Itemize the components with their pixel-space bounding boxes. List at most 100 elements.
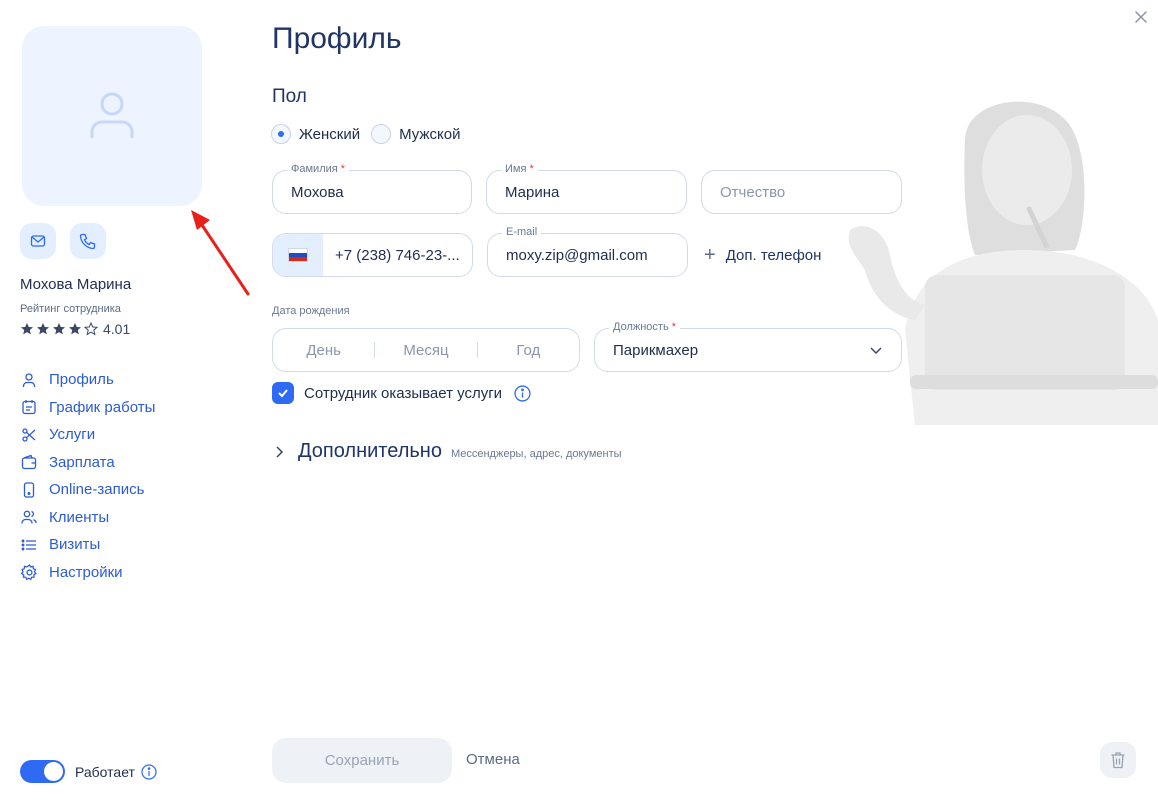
gear-icon — [20, 563, 37, 581]
sidebar-item-label: Визиты — [49, 536, 101, 554]
email-value: moxy.zip@gmail.com — [506, 247, 648, 264]
employee-name: Мохова Марина — [20, 276, 132, 293]
star-filled-icon — [69, 323, 81, 335]
sidebar-item-label: Настройки — [49, 563, 123, 581]
check-icon — [278, 389, 288, 398]
dob-label: Дата рождения — [272, 305, 350, 317]
annotation-arrow-icon — [191, 210, 250, 296]
trash-icon — [1111, 752, 1125, 769]
additional-hint: Мессенджеры, адрес, документы — [450, 448, 622, 460]
sidebar: Мохова Марина Рейтинг сотрудника 4.01 Пр… — [0, 0, 250, 807]
user-icon — [22, 373, 36, 387]
sidebar-item-clients[interactable]: Клиенты — [20, 504, 155, 532]
rating-label: Рейтинг сотрудника — [20, 303, 121, 315]
email-button[interactable] — [20, 223, 56, 259]
avatar[interactable] — [22, 26, 202, 206]
provides-services-checkbox[interactable] — [272, 382, 294, 404]
call-button[interactable] — [70, 223, 106, 259]
sidebar-item-label: График работы — [49, 398, 156, 416]
name-value: Марина — [505, 184, 560, 201]
info-icon[interactable] — [141, 763, 157, 780]
additional-section-toggle[interactable]: Дополнительно Мессенджеры, адрес, докуме… — [272, 440, 622, 463]
phone-icon — [79, 233, 96, 250]
dob-field: День Месяц Год — [272, 328, 580, 372]
dob-month[interactable]: Месяц — [375, 342, 476, 359]
field-label: Фамилия * — [287, 163, 350, 175]
rating: 4.01 — [20, 321, 130, 337]
sidebar-item-visits[interactable]: Визиты — [20, 531, 155, 559]
surname-label: Фамилия — [291, 163, 338, 175]
name-label: Имя — [505, 163, 527, 175]
gender-label: Пол — [272, 86, 307, 107]
gender-radio-group: Женский Мужской — [271, 124, 471, 144]
field-label: Имя * — [501, 163, 538, 175]
dob-day[interactable]: День — [273, 342, 374, 359]
russia-flag-icon — [288, 248, 308, 262]
person-with-laptop-illustration — [848, 101, 1158, 425]
sidebar-item-label: Online-запись — [49, 481, 145, 499]
provides-services-label: Сотрудник оказывает услуги — [304, 384, 503, 402]
sidebar-item-label: Зарплата — [49, 453, 115, 471]
chevron-down-icon — [870, 347, 882, 355]
country-selector[interactable] — [273, 234, 323, 276]
sidebar-item-label: Профиль — [49, 371, 114, 389]
phone-value: +7 (238) 746-23-... — [335, 247, 460, 264]
mail-icon — [30, 235, 46, 247]
radio-label: Женский — [299, 125, 361, 143]
phone-device-icon — [23, 482, 35, 498]
position-label: Должность — [613, 321, 669, 333]
sidebar-nav: Профиль График работы Услуги Зарплата On… — [20, 366, 155, 586]
patronymic-field[interactable]: Отчество — [701, 170, 902, 214]
position-value: Парикмахер — [613, 342, 699, 359]
sidebar-item-services[interactable]: Услуги — [20, 421, 155, 449]
surname-field[interactable]: Фамилия * Мохова — [272, 163, 472, 214]
plus-icon: + — [704, 244, 716, 266]
users-icon — [21, 510, 37, 524]
works-toggle[interactable] — [20, 760, 65, 783]
radio-male[interactable] — [371, 124, 392, 144]
provides-services-row: Сотрудник оказывает услуги — [272, 382, 531, 404]
name-field[interactable]: Имя * Марина — [486, 163, 687, 214]
radio-label: Мужской — [399, 125, 461, 143]
email-field[interactable]: E-mail moxy.zip@gmail.com — [487, 226, 688, 277]
add-phone-button[interactable]: + Доп. телефон — [704, 245, 821, 265]
sidebar-item-settings[interactable]: Настройки — [20, 559, 155, 587]
radio-female[interactable] — [271, 124, 291, 144]
user-placeholder-icon — [90, 92, 134, 138]
sidebar-item-online-booking[interactable]: Online-запись — [20, 476, 155, 504]
dob-year[interactable]: Год — [478, 342, 579, 359]
phone-field[interactable]: +7 (238) 746-23-... — [272, 233, 473, 277]
surname-value: Мохова — [291, 184, 344, 201]
sidebar-item-profile[interactable]: Профиль — [20, 366, 155, 394]
sidebar-item-salary[interactable]: Зарплата — [20, 449, 155, 477]
rating-value: 4.01 — [103, 321, 131, 337]
wallet-icon — [21, 454, 37, 470]
star-filled-icon — [53, 323, 65, 335]
calendar-icon — [22, 400, 36, 415]
sidebar-item-label: Услуги — [49, 426, 96, 444]
gender-option-male[interactable]: Мужской — [371, 124, 460, 144]
additional-title: Дополнительно — [298, 440, 442, 462]
close-icon[interactable] — [1132, 8, 1150, 26]
add-phone-label: Доп. телефон — [725, 246, 822, 264]
field-label: Должность * — [609, 321, 681, 333]
list-icon — [21, 539, 36, 551]
delete-button[interactable] — [1100, 742, 1136, 778]
gender-option-female[interactable]: Женский — [271, 124, 360, 144]
works-label: Работает — [75, 763, 135, 780]
email-label: E-mail — [502, 226, 542, 238]
star-filled-icon — [37, 323, 49, 335]
chevron-right-icon — [276, 445, 284, 458]
info-icon[interactable] — [514, 384, 531, 402]
page-title: Профиль — [272, 22, 402, 55]
cancel-button[interactable]: Отмена — [466, 751, 520, 768]
works-status: Работает — [20, 760, 157, 783]
sidebar-item-schedule[interactable]: График работы — [20, 394, 155, 422]
scissors-icon — [22, 428, 36, 442]
position-select[interactable]: Должность * Парикмахер — [594, 321, 902, 372]
save-button[interactable]: Сохранить — [272, 738, 452, 783]
star-filled-icon — [21, 323, 33, 335]
sidebar-item-label: Клиенты — [49, 508, 110, 526]
patronymic-placeholder: Отчество — [720, 184, 786, 201]
star-outline-icon — [84, 322, 98, 336]
